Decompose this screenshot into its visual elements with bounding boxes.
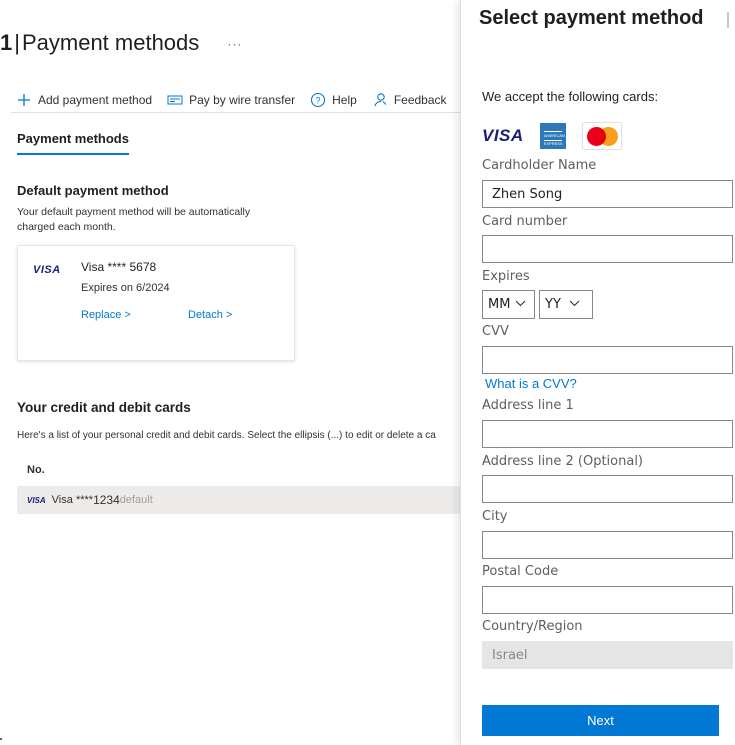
panel-title: Select payment method bbox=[479, 7, 704, 29]
panel-scrollbar[interactable] bbox=[727, 12, 729, 28]
card-number: Visa **** 5678 bbox=[81, 260, 157, 274]
expiry-year-select[interactable]: YY bbox=[539, 290, 593, 319]
amex-logo: AMERICAN EXPRESS bbox=[539, 123, 566, 149]
select-payment-panel: Select payment method We accept the foll… bbox=[460, 0, 735, 745]
cvv-input[interactable] bbox=[482, 346, 733, 374]
country-region-label: Country/Region bbox=[482, 619, 583, 634]
help-icon: ? bbox=[309, 91, 327, 109]
page-title: 1|Payment methods ··· bbox=[0, 30, 242, 56]
feedback-icon bbox=[371, 91, 389, 109]
page-title-text: Payment methods bbox=[21, 30, 200, 55]
accepted-card-logos: VISA AMERICAN EXPRESS bbox=[482, 122, 622, 150]
command-bar: Add payment method Pay by wire transfer … bbox=[15, 88, 460, 112]
what-is-cvv-link[interactable]: What is a CVV? bbox=[485, 376, 577, 391]
feedback-label: Feedback bbox=[393, 93, 447, 107]
add-payment-method-label: Add payment method bbox=[38, 93, 153, 107]
wire-transfer-icon bbox=[166, 91, 184, 109]
credit-cards-heading: Your credit and debit cards bbox=[17, 400, 191, 415]
country-region-field: Israel bbox=[482, 641, 733, 669]
credit-cards-description: Here's a list of your personal credit an… bbox=[17, 430, 436, 441]
feedback-button[interactable]: Feedback bbox=[371, 91, 447, 109]
plus-icon bbox=[15, 91, 33, 109]
help-button[interactable]: ? Help bbox=[309, 91, 357, 109]
page-title-separator: | bbox=[14, 30, 20, 55]
cvv-label: CVV bbox=[482, 324, 509, 339]
page-title-number: 1 bbox=[0, 30, 13, 55]
chevron-down-icon bbox=[569, 299, 580, 310]
pay-by-wire-transfer-button[interactable]: Pay by wire transfer bbox=[166, 91, 295, 109]
address-line-1-input[interactable] bbox=[482, 420, 733, 448]
svg-text:?: ? bbox=[316, 96, 321, 106]
cardholder-name-label: Cardholder Name bbox=[482, 158, 597, 173]
command-bar-divider bbox=[11, 112, 460, 113]
detach-link[interactable]: Detach > bbox=[188, 309, 232, 321]
add-payment-method-button[interactable]: Add payment method bbox=[15, 91, 152, 109]
default-tag: default bbox=[119, 494, 153, 506]
corner-marker bbox=[0, 738, 2, 740]
card-number-label: Card number bbox=[482, 214, 568, 229]
address-line-1-label: Address line 1 bbox=[482, 398, 574, 413]
mastercard-logo bbox=[581, 122, 622, 150]
chevron-down-icon bbox=[515, 299, 526, 310]
visa-logo: VISA bbox=[33, 264, 61, 276]
expiry-year-value: YY bbox=[545, 297, 561, 312]
default-payment-heading: Default payment method bbox=[17, 183, 169, 198]
default-payment-card: VISA Visa **** 5678 Expires on 6/2024 Re… bbox=[17, 245, 295, 361]
help-label: Help bbox=[332, 93, 357, 107]
replace-link[interactable]: Replace > bbox=[81, 309, 131, 321]
expiry-month-select[interactable]: MM bbox=[482, 290, 535, 319]
address-line-2-label: Address line 2 (Optional) bbox=[482, 454, 644, 469]
expires-label: Expires bbox=[482, 269, 530, 284]
city-input[interactable] bbox=[482, 531, 733, 559]
visa-logo: VISA bbox=[27, 495, 46, 505]
postal-code-label: Postal Code bbox=[482, 564, 559, 579]
address-line-2-input[interactable] bbox=[482, 475, 733, 503]
next-button[interactable]: Next bbox=[482, 705, 719, 736]
more-options-button[interactable]: ··· bbox=[227, 37, 242, 51]
table-row[interactable]: VISA Visa **** 1234 default bbox=[17, 486, 460, 514]
default-payment-description: Your default payment method will be auto… bbox=[17, 206, 251, 233]
tab-payment-methods[interactable]: Payment methods bbox=[17, 131, 129, 155]
card-name: Visa bbox=[51, 494, 73, 506]
card-expiry: Expires on 6/2024 bbox=[81, 282, 170, 294]
card-number-input[interactable] bbox=[482, 235, 733, 263]
card-stars: **** bbox=[75, 494, 94, 506]
accepted-cards-text: We accept the following cards: bbox=[482, 89, 659, 104]
city-label: City bbox=[482, 509, 508, 524]
visa-logo: VISA bbox=[482, 126, 524, 145]
cardholder-name-input[interactable]: Zhen Song bbox=[482, 180, 733, 208]
column-header-no: No. bbox=[27, 464, 45, 476]
pay-by-wire-transfer-label: Pay by wire transfer bbox=[189, 93, 296, 107]
card-last4: 1234 bbox=[93, 493, 120, 507]
expiry-month-value: MM bbox=[488, 297, 511, 312]
postal-code-input[interactable] bbox=[482, 586, 733, 614]
